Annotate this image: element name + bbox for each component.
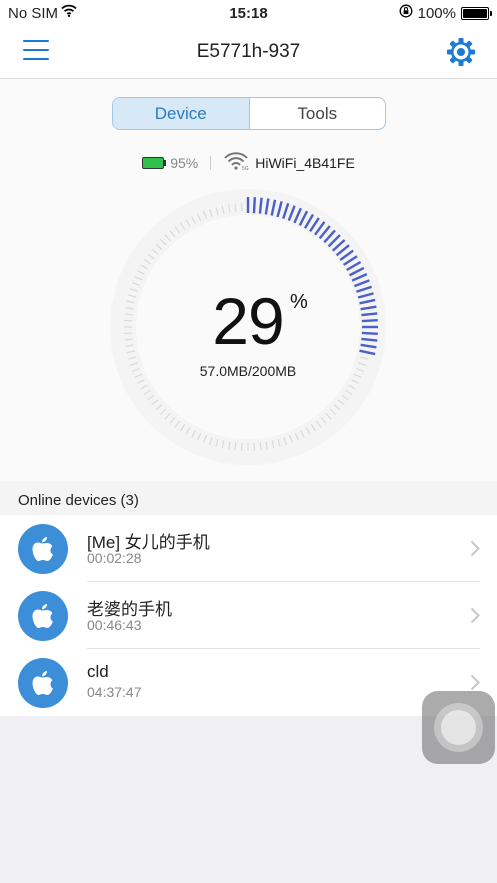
apple-icon xyxy=(18,591,68,641)
divider xyxy=(210,155,212,170)
gear-icon[interactable] xyxy=(445,36,477,68)
device-name: cld xyxy=(87,662,109,681)
data-usage-gauge: 29 % 57.0MB/200MB xyxy=(108,187,388,467)
list-item[interactable]: [Me] 女儿的手机 00:02:28 xyxy=(0,515,497,582)
apple-icon xyxy=(18,658,68,708)
percent-sign: % xyxy=(290,291,308,313)
status-bar: No SIM 15:18 100% xyxy=(0,0,497,26)
svg-text:5G: 5G xyxy=(242,166,249,171)
chevron-right-icon xyxy=(470,607,480,624)
device-panel: Device Tools 95% 5G HiWiFi_4B41FE 29 % 5… xyxy=(0,79,497,481)
battery-icon xyxy=(461,6,492,20)
tab-device[interactable]: Device xyxy=(113,98,250,129)
wifi-ssid: HiWiFi_4B41FE xyxy=(255,154,355,171)
page-title: E5771h-937 xyxy=(196,41,301,62)
online-devices-header: Online devices (3) xyxy=(0,481,497,515)
nav-bar: E5771h-937 xyxy=(0,26,497,79)
device-battery-percent: 95% xyxy=(170,154,199,171)
chevron-right-icon xyxy=(470,674,480,691)
tab-tools[interactable]: Tools xyxy=(250,98,386,129)
list-item[interactable]: 老婆的手机 00:46:43 xyxy=(0,582,497,649)
connection-duration: 00:46:43 xyxy=(87,617,142,633)
battery-percent: 100% xyxy=(417,4,456,22)
connection-info: 95% 5G HiWiFi_4B41FE xyxy=(0,151,497,174)
usage-detail: 57.0MB/200MB xyxy=(199,363,297,379)
segmented-control: Device Tools xyxy=(112,97,386,130)
gauge-tick xyxy=(259,442,262,451)
online-devices-title: Online devices (3) xyxy=(18,492,139,509)
chevron-right-icon xyxy=(470,540,480,557)
hamburger-menu-icon[interactable] xyxy=(23,40,49,62)
status-right: 100% xyxy=(399,4,492,22)
wifi-icon: 5G xyxy=(223,151,249,174)
gauge-tick-active xyxy=(252,197,257,214)
apple-icon xyxy=(18,524,68,574)
connection-duration: 00:02:28 xyxy=(87,550,142,566)
gauge-tick xyxy=(234,442,237,451)
device-battery-icon xyxy=(142,156,167,169)
gauge-tick-active xyxy=(258,197,263,214)
assistive-touch-button[interactable] xyxy=(422,691,495,764)
usage-percent: 29 xyxy=(212,284,284,358)
orientation-lock-icon xyxy=(399,4,413,22)
gauge-tick xyxy=(234,203,237,212)
assistive-touch-core xyxy=(441,710,476,745)
device-list: [Me] 女儿的手机 00:02:28 老婆的手机 00:46:43 cld 0… xyxy=(0,515,497,716)
connection-duration: 04:37:47 xyxy=(87,684,142,700)
